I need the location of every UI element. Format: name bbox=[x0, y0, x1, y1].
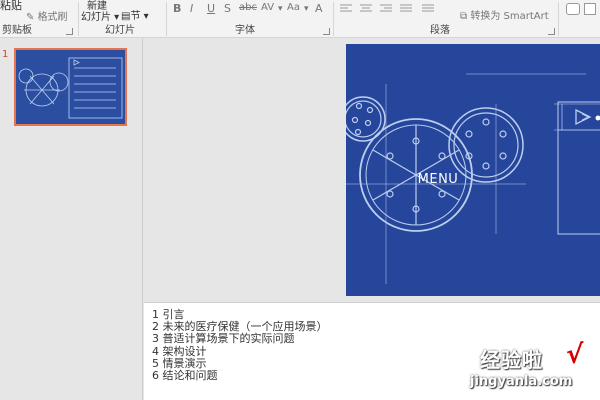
paste-button[interactable]: 粘贴 bbox=[0, 0, 22, 13]
slide-thumbnail-pane: 1 bbox=[0, 38, 143, 400]
shapes-icon[interactable] bbox=[566, 3, 580, 15]
clipboard-label: 剪贴板 bbox=[2, 25, 32, 36]
slide-title[interactable]: MENU bbox=[398, 172, 478, 187]
chevron-down-icon: ▾ bbox=[304, 4, 309, 14]
convert-smartart-button[interactable]: ⧉ 转换为 SmartArt bbox=[460, 7, 549, 22]
font-color-button[interactable]: A bbox=[315, 2, 323, 15]
italic-button[interactable]: I bbox=[190, 2, 193, 15]
chevron-down-icon: ▾ bbox=[140, 11, 149, 22]
gear-diagram bbox=[346, 73, 600, 284]
font-launcher-icon[interactable] bbox=[323, 28, 330, 35]
paragraph-label: 段落 bbox=[430, 25, 450, 36]
watermark-text: 经验啦 bbox=[480, 348, 543, 372]
watermark-url: jingyanla.com bbox=[470, 374, 573, 389]
alignment-icons[interactable] bbox=[338, 3, 458, 15]
shadow-button[interactable]: S bbox=[224, 2, 231, 15]
character-spacing-button[interactable]: AV bbox=[261, 2, 274, 13]
section-button[interactable]: ▤节 ▾ bbox=[121, 7, 149, 22]
paragraph-launcher-icon[interactable] bbox=[548, 28, 555, 35]
bold-button[interactable]: B bbox=[173, 2, 181, 15]
change-case-button[interactable]: Aa bbox=[287, 2, 300, 13]
font-group: B I U S abc AV ▾ Aa ▾ A 字体 bbox=[167, 0, 333, 37]
strikethrough-button[interactable]: abc bbox=[239, 2, 257, 13]
watermark: 经验啦 √ jingyanla.com bbox=[470, 340, 596, 396]
clipboard-group: 粘贴 ✎ 格式刷 剪贴板 bbox=[0, 0, 78, 37]
slides-group: 新建 幻灯片 ▾ ▤节 ▾ 幻灯片 bbox=[79, 0, 166, 37]
format-painter-button[interactable]: ✎ 格式刷 bbox=[26, 8, 68, 23]
chevron-down-icon: ▾ bbox=[278, 4, 283, 14]
thumbnail-graphic bbox=[18, 57, 123, 119]
main-slide[interactable]: MENU bbox=[346, 44, 600, 296]
slide-edit-area: MENU bbox=[144, 38, 600, 302]
clipboard-launcher-icon[interactable] bbox=[66, 28, 73, 35]
arrange-icon[interactable] bbox=[584, 3, 596, 15]
slides-label: 幻灯片 bbox=[105, 25, 135, 36]
paragraph-group: ⧉ 转换为 SmartArt 段落 bbox=[334, 0, 558, 37]
font-label: 字体 bbox=[235, 25, 255, 36]
ribbon-divider bbox=[558, 2, 559, 36]
smartart-icon: ⧉ bbox=[460, 11, 471, 22]
checkmark-icon: √ bbox=[566, 340, 584, 370]
underline-button[interactable]: U bbox=[207, 2, 215, 15]
slide-thumbnail[interactable] bbox=[14, 48, 127, 126]
ribbon: 粘贴 ✎ 格式刷 剪贴板 新建 幻灯片 ▾ ▤节 ▾ 幻灯片 B I U S a… bbox=[0, 0, 600, 38]
slide-number: 1 bbox=[2, 49, 9, 60]
